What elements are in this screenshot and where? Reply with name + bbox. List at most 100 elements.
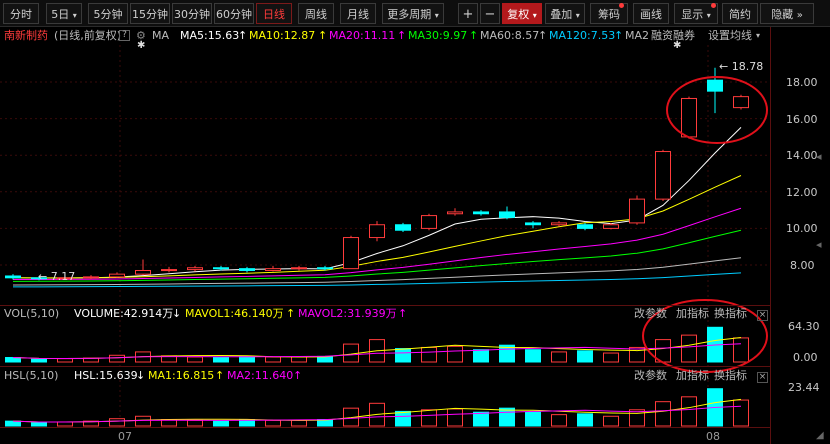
candle-body	[83, 276, 99, 279]
resize-handle-icon[interactable]: ◢	[816, 430, 824, 441]
hsl-bar	[291, 419, 307, 427]
scroll-handle-icon[interactable]: ◂	[816, 150, 822, 163]
volume-value: VOLUME:42.914万	[74, 307, 174, 320]
hsl-bar	[265, 419, 281, 427]
hsl-bar	[681, 396, 697, 427]
high-price-label: ← 18.78	[719, 60, 764, 73]
event-marker-icon[interactable]: ✱	[137, 40, 145, 51]
price-tick: 8.00	[790, 259, 815, 272]
hsl-bar	[499, 407, 515, 427]
volume-bar	[109, 354, 125, 363]
candle-body	[421, 215, 437, 229]
candle-body	[109, 273, 125, 278]
vol-axis-bottom: 0.00	[793, 351, 818, 364]
chart-extras	[642, 76, 768, 373]
hsl-bar	[733, 399, 749, 427]
hsl-bar	[577, 413, 593, 427]
volume-bar	[603, 352, 619, 363]
candle-body	[525, 222, 541, 226]
candle-body	[551, 222, 567, 226]
hsl-change-param-button[interactable]: 改参数	[634, 367, 667, 385]
hsl-bar	[525, 411, 541, 427]
close-icon[interactable]: ×	[757, 372, 768, 383]
hsl-bar	[655, 401, 671, 427]
hsl-bar	[473, 411, 489, 427]
up-arrow-icon: ↑	[398, 307, 408, 320]
hsl-bar	[187, 419, 203, 427]
vol-change-param-button[interactable]: 改参数	[634, 305, 667, 323]
candle-body	[161, 269, 177, 272]
price-tick: 14.00	[786, 149, 818, 162]
close-icon[interactable]: ×	[757, 310, 768, 321]
scroll-handle-icon[interactable]: ◂	[816, 238, 822, 251]
hsl-switch-indicator-button[interactable]: 换指标	[714, 367, 747, 385]
candle-body	[577, 224, 593, 229]
candle-body	[733, 96, 749, 109]
volume-bar	[733, 337, 749, 363]
hsl-bar	[603, 415, 619, 427]
candle-body	[603, 224, 619, 229]
candle-body	[5, 275, 21, 279]
date-label: 08	[706, 430, 720, 443]
hsl-bar	[395, 410, 411, 427]
price-tick: 12.00	[786, 186, 818, 199]
candle-body	[291, 267, 307, 270]
candle-body	[239, 268, 255, 271]
candle-body	[681, 97, 697, 138]
volume-bar	[395, 348, 411, 363]
candle-body	[499, 211, 515, 218]
hsl-value: HSL:15.639	[74, 369, 138, 382]
hsl-bar	[109, 418, 125, 427]
hsl-bar	[31, 422, 47, 427]
volume-bar	[265, 356, 281, 363]
candle-body	[655, 151, 671, 200]
up-arrow-icon: ↑	[286, 307, 296, 320]
volume-bar	[681, 334, 697, 363]
up-arrow-icon: ↑	[293, 369, 303, 382]
volume-bar	[447, 345, 463, 363]
hsl-bar	[421, 409, 437, 427]
vol-switch-indicator-button[interactable]: 换指标	[714, 305, 747, 323]
vol-add-indicator-button[interactable]: 加指标	[676, 305, 709, 323]
volume-bar	[551, 351, 567, 363]
hsl-add-indicator-button[interactable]: 加指标	[676, 367, 709, 385]
candle-body	[317, 267, 333, 270]
candle-body	[707, 79, 723, 92]
vol-title[interactable]: VOL(5,10)	[4, 305, 59, 323]
price-tick: 16.00	[786, 113, 818, 126]
hsl-bar	[135, 415, 151, 427]
volume-bar	[525, 349, 541, 363]
hsl-bar	[447, 408, 463, 427]
hsl-axis-top: 23.44	[788, 381, 820, 394]
candle-body	[213, 267, 229, 270]
candle-body	[369, 224, 385, 239]
volume-bar	[629, 346, 645, 363]
mavol1-value: MAVOL1:46.140万	[185, 307, 284, 320]
date-label: 07	[118, 430, 132, 443]
hsl-bar	[5, 420, 21, 427]
volume-bar	[213, 357, 229, 363]
volume-bar	[31, 358, 47, 363]
volume-bar	[473, 349, 489, 363]
candle-body	[265, 268, 281, 271]
hsl-title[interactable]: HSL(5,10)	[4, 367, 58, 385]
candle-body	[395, 224, 411, 231]
price-tick: 10.00	[786, 222, 818, 235]
volume-bar	[291, 356, 307, 363]
candle-body	[473, 211, 489, 215]
candle-body	[187, 267, 203, 271]
volume-bar	[187, 356, 203, 363]
volume-bar	[5, 357, 21, 363]
hsl-ma1-value: MA1:16.815	[148, 369, 215, 382]
low-price-label: ← 7.17	[38, 270, 76, 283]
mavol2-value: MAVOL2:31.939万	[298, 307, 397, 320]
volume-bar	[577, 350, 593, 363]
candle-body	[629, 198, 645, 224]
hsl-bar	[57, 421, 73, 427]
axis-separator	[770, 27, 771, 444]
candles	[5, 67, 749, 281]
event-marker-icon[interactable]: ✱	[673, 40, 681, 51]
up-arrow-icon: ↑	[215, 369, 225, 382]
high-price-value: 18.78	[731, 60, 764, 73]
candle-body	[447, 211, 463, 215]
